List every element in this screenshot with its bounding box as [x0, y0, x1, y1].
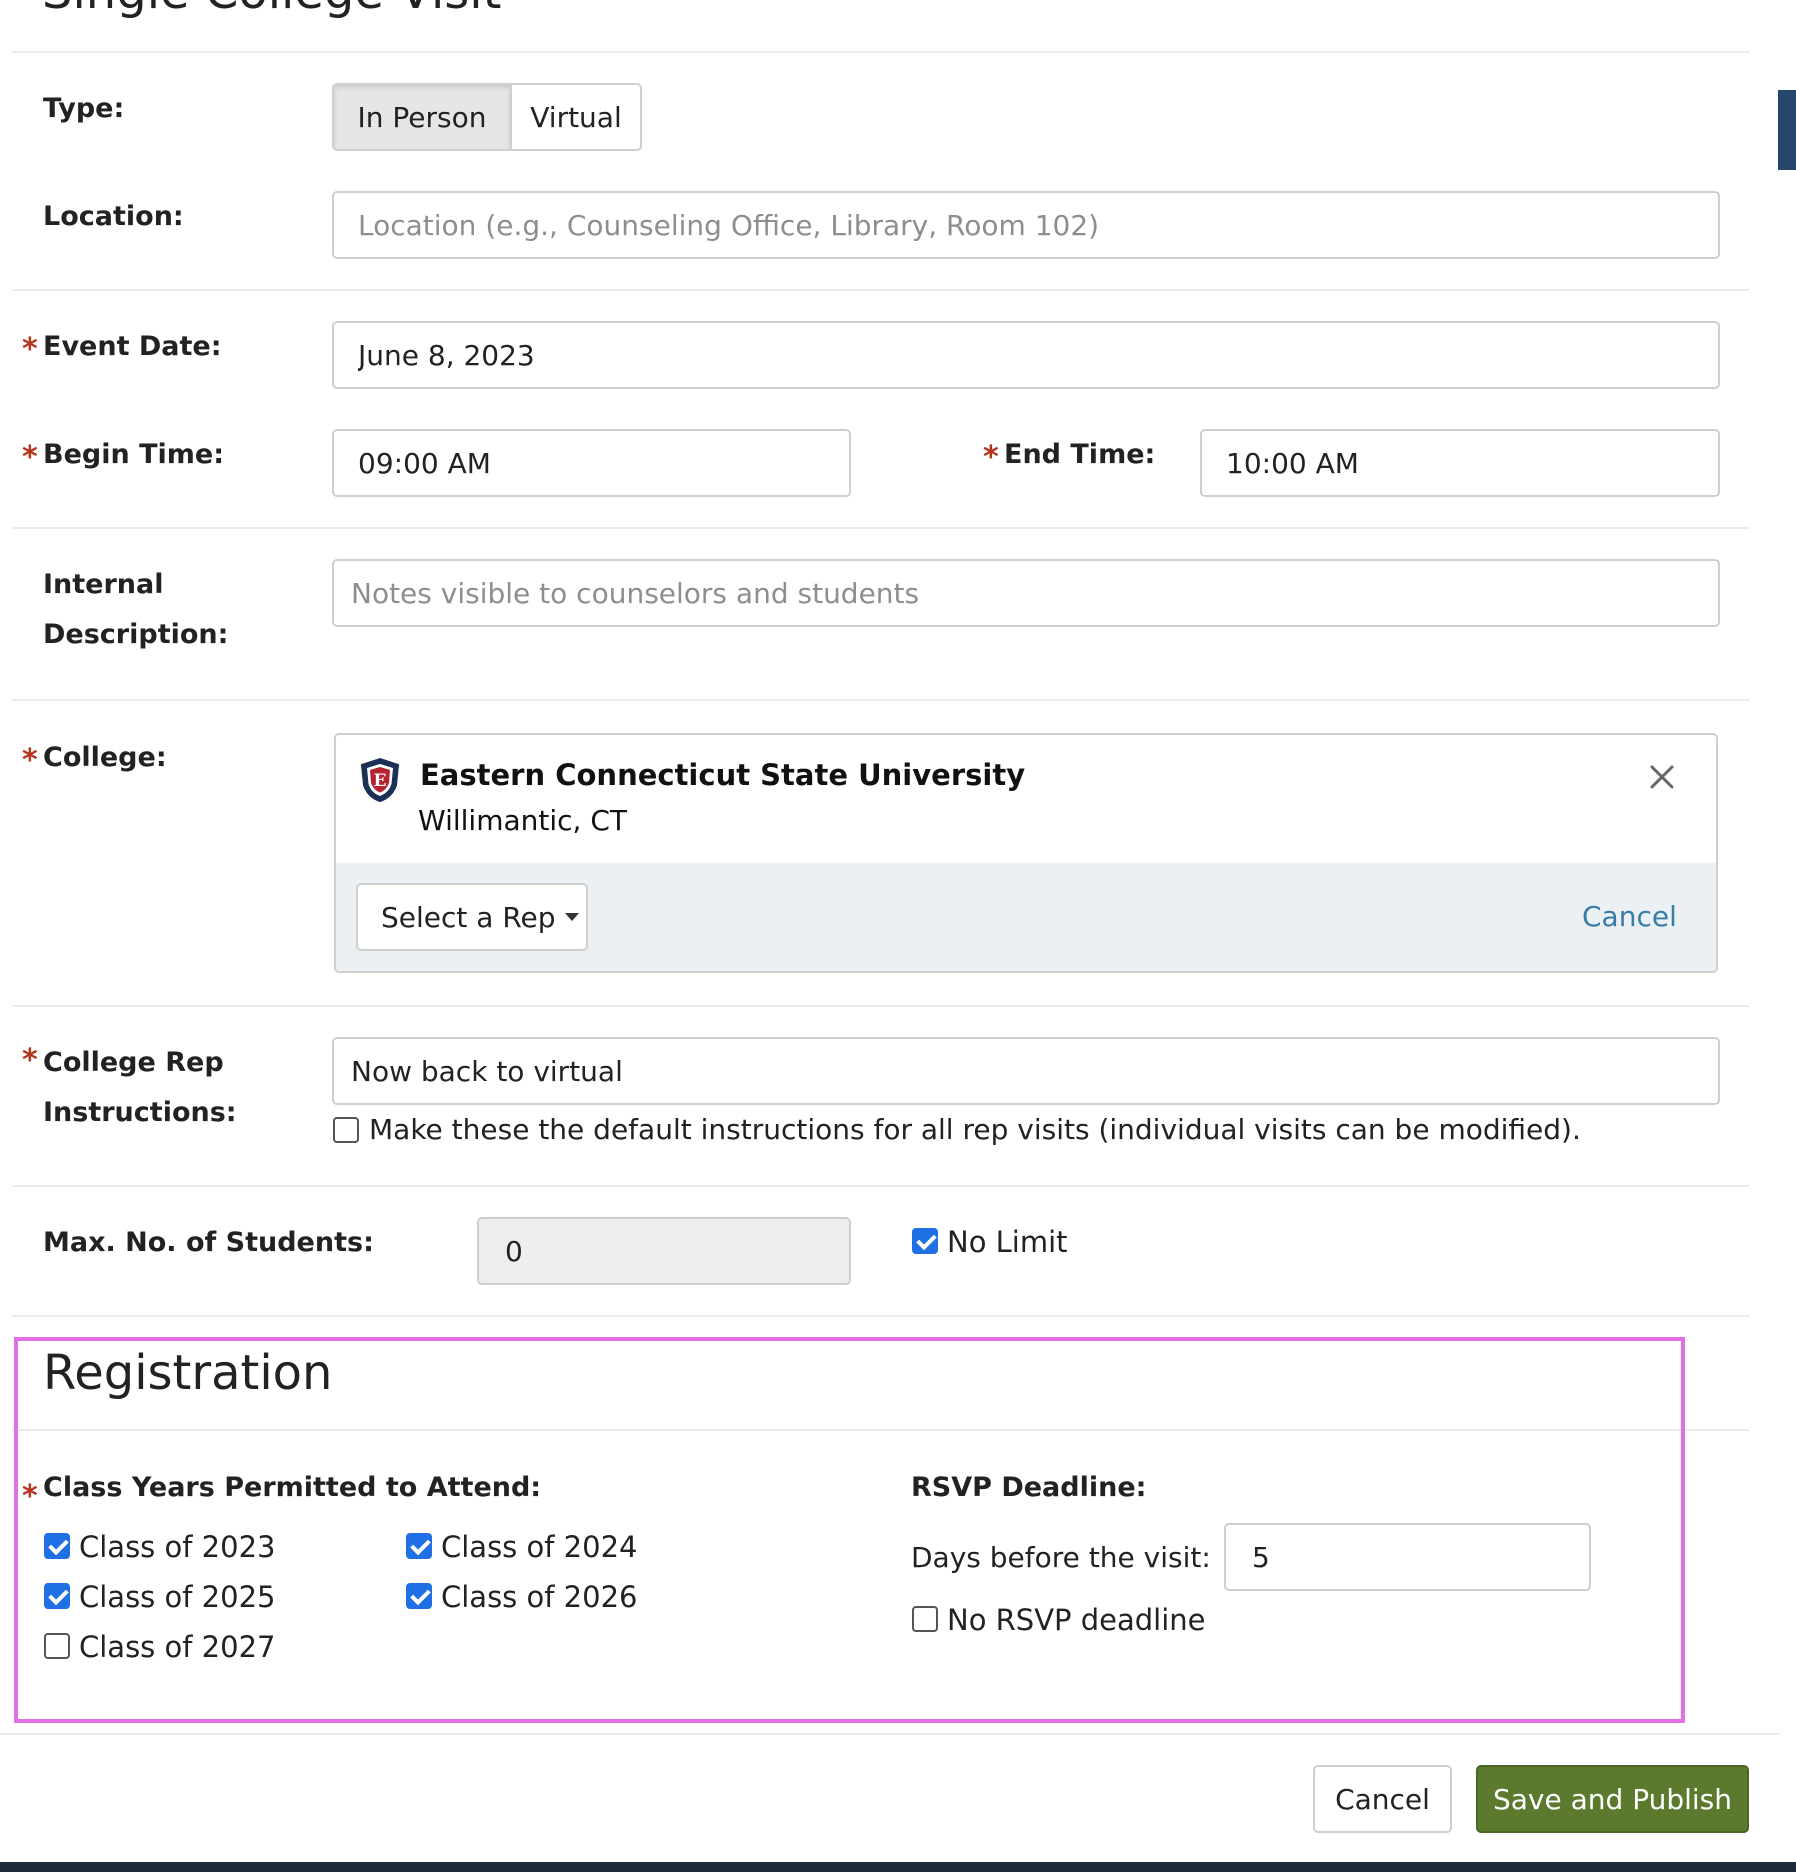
footer-cancel-button[interactable]: Cancel — [1313, 1765, 1452, 1833]
select-rep-label: Select a Rep — [381, 900, 556, 934]
rep-instructions-label-2: Instructions: — [43, 1097, 237, 1128]
required-marker: * — [983, 440, 999, 475]
internal-description-label: Internal — [43, 569, 164, 600]
rep-instructions-input[interactable] — [332, 1037, 1720, 1105]
event-date-label: Event Date: — [43, 331, 222, 362]
background-page-strip — [1780, 0, 1796, 1872]
highlight-box — [14, 1337, 1685, 1723]
svg-text:E: E — [374, 771, 387, 791]
save-and-publish-button[interactable]: Save and Publish — [1476, 1765, 1749, 1833]
type-virtual-button[interactable]: Virtual — [512, 85, 640, 149]
close-icon[interactable] — [1646, 761, 1678, 793]
rep-instructions-label: College Rep — [43, 1047, 224, 1078]
title-divider — [12, 51, 1750, 53]
end-time-input[interactable] — [1200, 429, 1720, 497]
required-marker: * — [22, 332, 38, 367]
college-location: Willimantic, CT — [418, 804, 627, 837]
end-time-label: End Time: — [1004, 439, 1156, 470]
location-input[interactable] — [332, 191, 1720, 259]
location-label: Location: — [43, 201, 184, 232]
internal-description-input[interactable] — [332, 559, 1720, 627]
divider-3 — [12, 699, 1750, 701]
college-rep-bar: Select a Rep Cancel — [336, 863, 1716, 971]
college-label: College: — [43, 742, 167, 773]
max-students-input — [477, 1217, 851, 1285]
divider-1 — [12, 289, 1750, 291]
default-instructions-label: Make these the default instructions for … — [369, 1113, 1581, 1146]
caret-down-icon — [564, 913, 579, 921]
college-name: Eastern Connecticut State University — [420, 758, 1026, 792]
required-marker: * — [22, 440, 38, 475]
divider-5 — [12, 1185, 1750, 1187]
default-instructions-checkbox[interactable] — [333, 1117, 359, 1143]
required-marker: * — [22, 1043, 38, 1078]
divider-4 — [12, 1005, 1750, 1007]
required-marker: * — [22, 743, 38, 778]
type-toggle-group: In Person Virtual — [332, 83, 642, 151]
college-card: E Eastern Connecticut State University W… — [334, 733, 1718, 973]
type-label: Type: — [43, 93, 125, 124]
college-logo: E — [360, 757, 400, 803]
internal-description-label-2: Description: — [43, 619, 229, 650]
begin-time-label: Begin Time: — [43, 439, 225, 470]
type-in-person-button[interactable]: In Person — [334, 85, 512, 149]
background-bottom-edge — [0, 1862, 1796, 1872]
divider-2 — [12, 527, 1750, 529]
college-cancel-link[interactable]: Cancel — [1582, 897, 1677, 937]
footer-divider — [0, 1733, 1780, 1735]
select-rep-dropdown[interactable]: Select a Rep — [356, 883, 588, 951]
begin-time-input[interactable] — [332, 429, 851, 497]
modal-title: Single College Visit — [42, 0, 501, 22]
max-students-label: Max. No. of Students: — [43, 1227, 374, 1258]
no-limit-label: No Limit — [947, 1225, 1068, 1259]
no-limit-checkbox[interactable] — [912, 1228, 938, 1254]
background-page-edge — [1778, 90, 1796, 170]
divider-6 — [12, 1315, 1750, 1317]
event-date-input[interactable] — [332, 321, 1720, 389]
